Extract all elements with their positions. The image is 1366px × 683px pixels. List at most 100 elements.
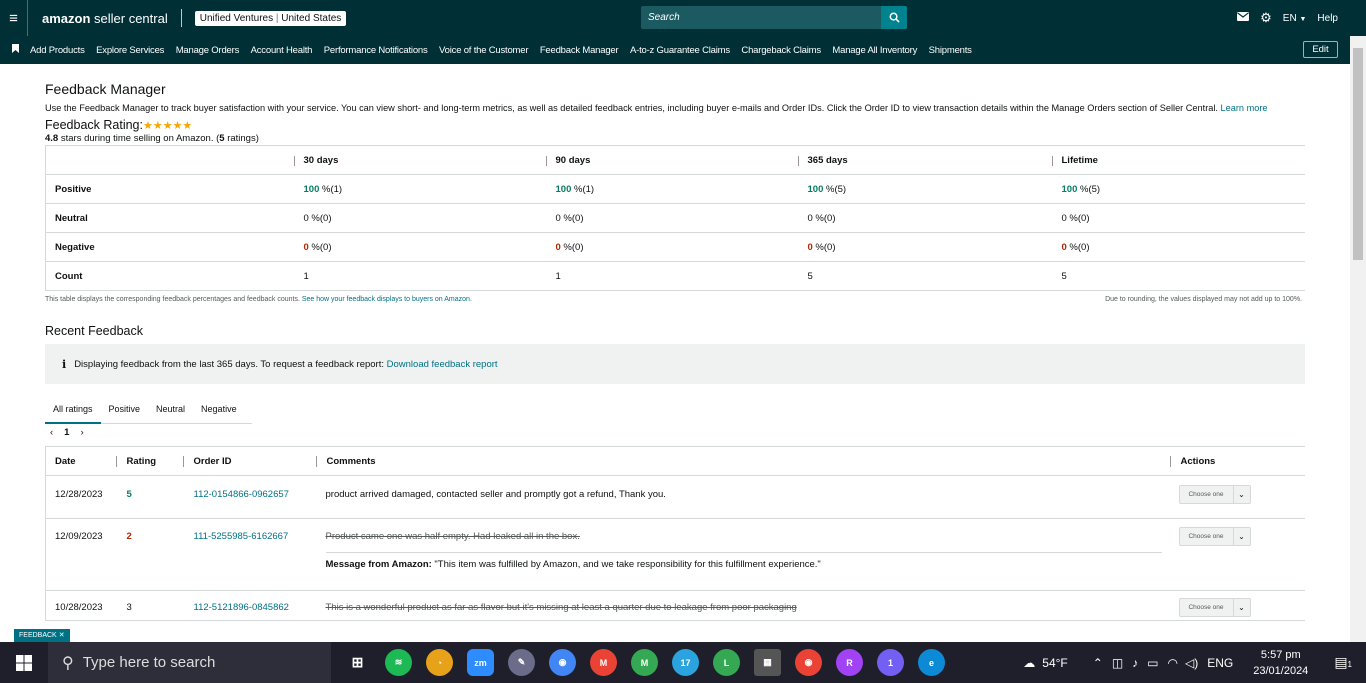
search-icon: ⚲	[62, 654, 74, 672]
help-link[interactable]: Help	[1317, 13, 1338, 24]
windows-start-icon[interactable]	[0, 654, 48, 671]
feedback-table: Date Rating Order ID Comments Actions 12…	[45, 446, 1305, 621]
page-title: Feedback Manager	[45, 81, 166, 97]
comment-text: Product came one was half empty. Had lea…	[325, 531, 580, 542]
volume-icon[interactable]: ◁)	[1185, 656, 1198, 670]
account-switcher[interactable]: Unified Ventures | United States	[194, 10, 347, 26]
info-icon: i	[62, 357, 67, 371]
weather-temp[interactable]: 54°F	[1042, 656, 1067, 670]
wifi-icon[interactable]: ◠	[1168, 656, 1178, 670]
chevron-right-icon[interactable]: ›	[80, 427, 83, 438]
pagination: ‹ 1 ›	[45, 427, 1305, 438]
taskbar: ⚲ Type here to search ⊞ ≋ ◔ zm ✎ ◉ M M 1…	[0, 642, 1366, 683]
edit-nav-button[interactable]: Edit	[1303, 41, 1338, 58]
table-row: Count 1 1 5 5	[45, 261, 1305, 291]
chrome-icon[interactable]: ◉	[549, 649, 576, 676]
metrics-table: 30 days 90 days 365 days Lifetime Positi…	[45, 145, 1305, 291]
viber-icon[interactable]: 1	[877, 649, 904, 676]
col-header: 90 days	[545, 155, 590, 166]
weather-icon[interactable]: ☁	[1023, 656, 1035, 670]
search-input[interactable]: Search	[641, 6, 881, 29]
nav-chargeback-claims[interactable]: Chargeback Claims	[741, 45, 821, 56]
tab-positive[interactable]: Positive	[101, 394, 149, 424]
language-indicator[interactable]: ENG	[1207, 656, 1233, 670]
download-report-link[interactable]: Download feedback report	[387, 359, 498, 370]
spotify-icon[interactable]: ≋	[385, 649, 412, 676]
tab-negative[interactable]: Negative	[193, 394, 245, 424]
search-box[interactable]: Search	[641, 6, 907, 29]
nav-manage-inventory[interactable]: Manage All Inventory	[832, 45, 917, 56]
learn-more-link[interactable]: Learn more	[1221, 103, 1268, 113]
edge-icon[interactable]: e	[918, 649, 945, 676]
section-title: Recent Feedback	[45, 324, 143, 338]
telegram-icon[interactable]: 17	[672, 649, 699, 676]
task-view-icon[interactable]: ⊞	[344, 649, 371, 676]
table-row: 12/28/2023 5 112-0154866-0962657 product…	[45, 475, 1305, 519]
nav-voice-of-customer[interactable]: Voice of the Customer	[439, 45, 528, 56]
zoom-icon[interactable]: zm	[467, 649, 494, 676]
nav-shipments[interactable]: Shipments	[929, 45, 972, 56]
actions-dropdown[interactable]: Choose one ⌄	[1178, 598, 1251, 617]
paint-icon[interactable]: ✎	[508, 649, 535, 676]
top-bar: ≡ amazon seller central Unified Ventures…	[0, 0, 1366, 36]
nav-performance-notifications[interactable]: Performance Notifications	[324, 45, 428, 56]
tab-neutral[interactable]: Neutral	[148, 394, 193, 424]
chrome-profile-r-icon[interactable]: R	[836, 649, 863, 676]
meet-icon[interactable]: ◫	[1112, 656, 1123, 670]
tab-all-ratings[interactable]: All ratings	[45, 394, 101, 424]
calculator-icon[interactable]: ▦	[754, 649, 781, 676]
chevron-down-icon: ⌄	[1232, 599, 1250, 616]
notification-icon[interactable]: ▤1	[1334, 654, 1352, 671]
app-icon[interactable]: ◔	[426, 649, 453, 676]
chrome-profile-m2-icon[interactable]: M	[631, 649, 658, 676]
nav-add-products[interactable]: Add Products	[30, 45, 85, 56]
chrome-profile-m-icon[interactable]: M	[590, 649, 617, 676]
nav-explore-services[interactable]: Explore Services	[96, 45, 164, 56]
chrome-profile-l-icon[interactable]: L	[713, 649, 740, 676]
table-row: Positive 100 %(1) 100 %(1) 100 %(5) 100 …	[45, 174, 1305, 204]
bookmark-icon[interactable]	[0, 44, 30, 56]
order-id-link[interactable]: 112-0154866-0962657	[194, 489, 289, 500]
scrollbar[interactable]	[1350, 36, 1366, 642]
actions-dropdown[interactable]: Choose one ⌄	[1178, 485, 1251, 504]
chevron-up-icon[interactable]: ⌃	[1093, 656, 1103, 670]
divider	[180, 9, 182, 27]
close-icon[interactable]: ✕	[59, 632, 65, 639]
brand-logo[interactable]: amazon seller central	[42, 11, 168, 26]
battery-icon[interactable]: ▭	[1147, 656, 1158, 670]
nav-atoz-claims[interactable]: A-to-z Guarantee Claims	[630, 45, 730, 56]
taskbar-search[interactable]: ⚲ Type here to search	[48, 642, 331, 683]
col-header: Lifetime	[1051, 155, 1098, 166]
menu-icon[interactable]: ≡	[0, 0, 28, 36]
order-id-link[interactable]: 111-5255985-6162667	[194, 531, 289, 542]
chrome-profile-icon[interactable]: ◉	[795, 649, 822, 676]
feedback-display-link[interactable]: See how your feedback displays to buyers…	[302, 296, 472, 303]
clock[interactable]: 5:57 pm 23/01/2024	[1253, 647, 1308, 679]
nav-feedback-manager[interactable]: Feedback Manager	[540, 45, 619, 56]
table-row: Negative 0 %(0) 0 %(0) 0 %(0) 0 %(0)	[45, 232, 1305, 262]
chevron-left-icon[interactable]: ‹	[50, 427, 53, 438]
mic-icon[interactable]: ♪	[1132, 656, 1138, 670]
nav-manage-orders[interactable]: Manage Orders	[176, 45, 240, 56]
feedback-tab[interactable]: FEEDBACK ✕	[14, 629, 70, 642]
scrollbar-thumb[interactable]	[1353, 48, 1363, 260]
search-button[interactable]	[881, 6, 907, 29]
table-row: 12/09/2023 2 111-5255985-6162667 Product…	[45, 518, 1305, 591]
feedback-rating: Feedback Rating: ★★★★★	[45, 118, 193, 132]
actions-dropdown[interactable]: Choose one ⌄	[1178, 527, 1251, 546]
chevron-down-icon: ⌄	[1232, 486, 1250, 503]
nav-bar: Add Products Explore Services Manage Ord…	[0, 36, 1366, 64]
gear-icon[interactable]: ⚙	[1260, 10, 1272, 26]
metrics-notes: This table displays the corresponding fe…	[45, 296, 1302, 303]
chevron-down-icon: ▼	[1299, 15, 1307, 23]
main-content: Feedback Manager Use the Feedback Manage…	[45, 64, 1305, 642]
page-number[interactable]: 1	[64, 427, 69, 438]
info-banner: i Displaying feedback from the last 365 …	[45, 344, 1305, 384]
nav-account-health[interactable]: Account Health	[251, 45, 313, 56]
mail-icon[interactable]	[1237, 12, 1250, 24]
table-row: Neutral 0 %(0) 0 %(0) 0 %(0) 0 %(0)	[45, 203, 1305, 233]
chevron-down-icon: ⌄	[1232, 528, 1250, 545]
rating-stars-icon: ★★★★★	[142, 119, 193, 132]
language-selector[interactable]: EN ▼	[1283, 13, 1307, 24]
order-id-link[interactable]: 112-5121896-0845862	[194, 602, 289, 613]
